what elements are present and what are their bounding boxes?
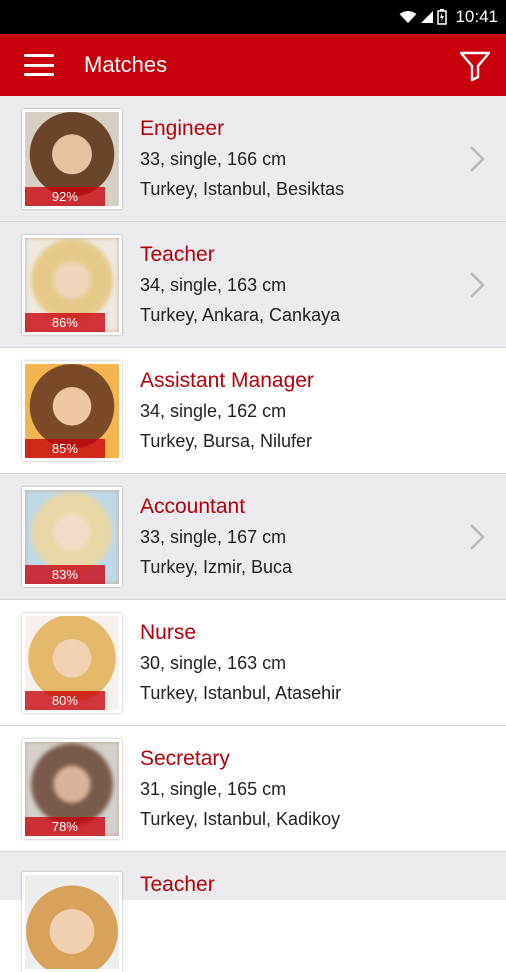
match-details: 34, single, 162 cm — [140, 400, 287, 421]
match-row[interactable]: 83% Accountant 33, single, 167 cm Turkey… — [0, 474, 506, 600]
match-details: 33, single, 167 cm — [140, 526, 287, 547]
match-percent-badge: 80% — [25, 690, 105, 710]
match-job-title: Nurse — [140, 620, 197, 644]
match-row[interactable]: 78% Secretary 31, single, 165 cm Turkey,… — [0, 726, 506, 852]
profile-photo — [22, 872, 122, 972]
status-bar: 10:41 — [0, 0, 506, 34]
profile-photo: 78% — [22, 738, 122, 839]
chevron-right-icon[interactable] — [468, 523, 486, 551]
profile-photo: 85% — [22, 360, 122, 461]
match-location: Turkey, Izmir, Buca — [140, 556, 293, 577]
match-percent-badge: 85% — [25, 438, 105, 458]
match-row[interactable]: 85% Assistant Manager 34, single, 162 cm… — [0, 348, 506, 474]
match-location: Turkey, Ankara, Cankaya — [140, 304, 341, 325]
status-time: 10:41 — [455, 7, 498, 26]
match-row[interactable]: 92% Engineer 33, single, 166 cm Turkey, … — [0, 96, 506, 222]
match-location: Turkey, Istanbul, Kadikoy — [140, 808, 341, 829]
match-percent-badge: 86% — [25, 312, 105, 332]
app-bar: Matches — [0, 34, 506, 96]
profile-photo: 92% — [22, 108, 122, 209]
match-job-title: Secretary — [140, 746, 230, 770]
chevron-right-icon[interactable] — [468, 271, 486, 299]
page-title: Matches — [84, 52, 168, 77]
match-percent-badge: 83% — [25, 564, 105, 584]
match-location: Turkey, Istanbul, Besiktas — [140, 178, 345, 199]
match-location: Turkey, Istanbul, Atasehir — [140, 682, 342, 703]
match-details: 33, single, 166 cm — [140, 148, 287, 169]
match-row[interactable]: Teacher — [0, 852, 506, 972]
match-details: 31, single, 165 cm — [140, 778, 287, 799]
match-list: 92% Engineer 33, single, 166 cm Turkey, … — [0, 96, 506, 972]
match-job-title: Teacher — [140, 242, 215, 266]
match-percent-badge: 78% — [25, 816, 105, 836]
match-details: 30, single, 163 cm — [140, 652, 287, 673]
match-percent-badge: 92% — [25, 186, 105, 206]
battery-icon — [437, 9, 448, 25]
signal-icon — [421, 11, 434, 23]
profile-photo: 86% — [22, 234, 122, 335]
match-location: Turkey, Bursa, Nilufer — [140, 430, 313, 451]
filter-icon[interactable] — [458, 48, 492, 82]
wifi-icon — [399, 11, 417, 23]
match-job-title: Engineer — [140, 116, 225, 140]
profile-photo: 80% — [22, 612, 122, 713]
match-job-title: Accountant — [140, 494, 246, 518]
match-row[interactable]: 86% Teacher 34, single, 163 cm Turkey, A… — [0, 222, 506, 348]
match-job-title: Assistant Manager — [140, 368, 314, 392]
match-row[interactable]: 80% Nurse 30, single, 163 cm Turkey, Ist… — [0, 600, 506, 726]
chevron-right-icon[interactable] — [468, 145, 486, 173]
status-icons — [399, 9, 448, 25]
match-job-title: Teacher — [140, 873, 215, 896]
match-details: 34, single, 163 cm — [140, 274, 287, 295]
menu-icon[interactable] — [24, 54, 54, 76]
profile-photo: 83% — [22, 486, 122, 587]
